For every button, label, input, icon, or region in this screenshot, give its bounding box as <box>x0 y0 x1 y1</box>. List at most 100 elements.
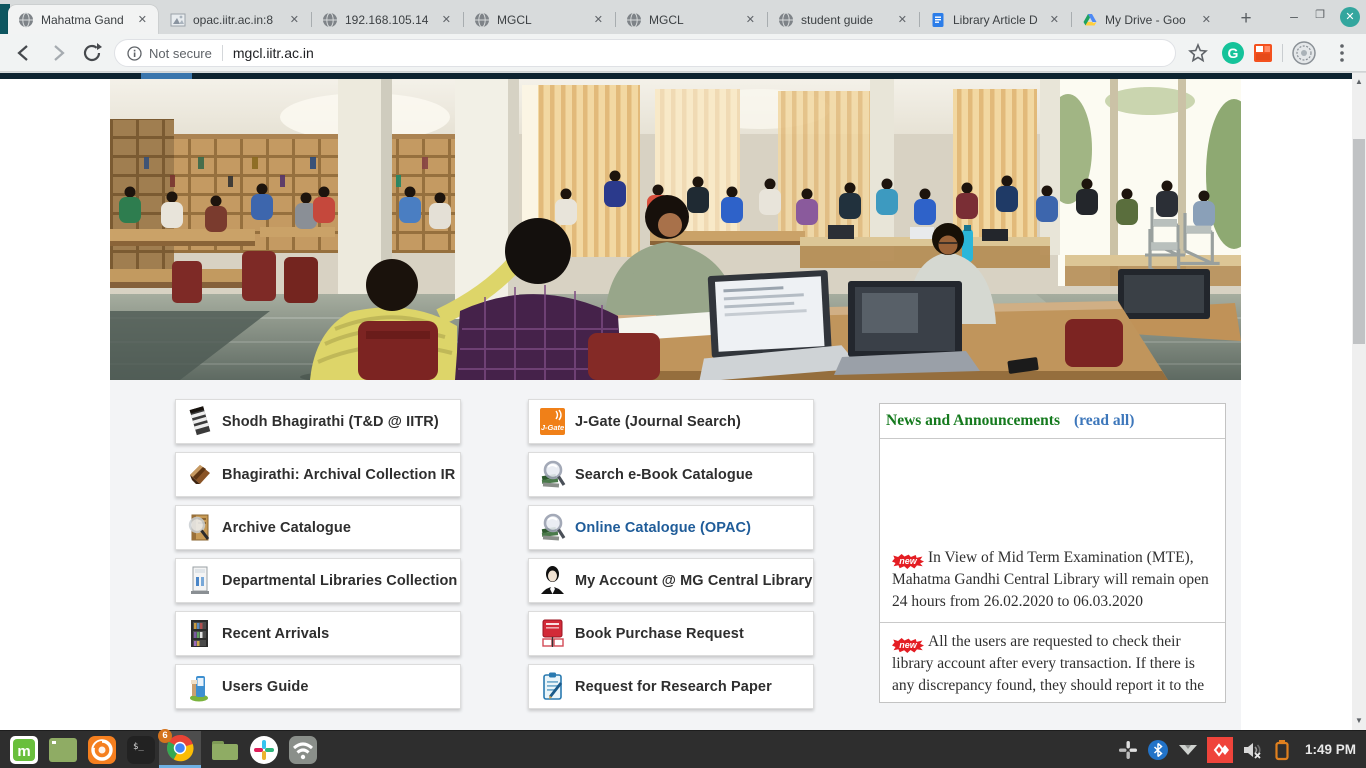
tab-mgcl-2[interactable]: MGCL ✕ <box>616 5 766 34</box>
quick-link-recent-arrivals[interactable]: Recent Arrivals <box>175 611 461 656</box>
quick-link-opac[interactable]: Online Catalogue (OPAC) <box>528 505 814 550</box>
page-scrollbar[interactable]: ▲ ▼ <box>1352 73 1366 730</box>
search-books-icon <box>539 459 566 490</box>
tab-my-drive[interactable]: My Drive - Goo ✕ <box>1072 5 1222 34</box>
info-icon[interactable] <box>127 46 142 61</box>
firefox-icon[interactable] <box>87 735 117 765</box>
globe-icon <box>322 12 338 28</box>
new-tab-button[interactable]: + <box>1232 6 1260 32</box>
quick-link-archive-catalogue[interactable]: Archive Catalogue <box>175 505 461 550</box>
news-item: newIn View of Mid Term Examination (MTE)… <box>880 439 1225 622</box>
news-panel: News and Announcements (read all) newIn … <box>879 403 1226 703</box>
tab-mahatma-gandhi[interactable]: Mahatma Gand ✕ <box>8 5 158 34</box>
tab-close-icon[interactable]: ✕ <box>1199 12 1214 27</box>
red-book-icon <box>539 618 566 649</box>
svg-text:J-Gate: J-Gate <box>541 423 564 432</box>
minimize-button[interactable]: – <box>1284 8 1304 24</box>
quick-link-book-purchase[interactable]: Book Purchase Request <box>528 611 814 656</box>
tab-title: student guide <box>801 13 889 27</box>
image-icon <box>170 12 186 28</box>
globe-icon <box>18 12 34 28</box>
wifi-tray-icon[interactable] <box>1177 739 1199 761</box>
network-launcher-icon[interactable] <box>288 735 318 765</box>
volume-muted-icon[interactable] <box>1241 739 1263 761</box>
tab-close-icon[interactable]: ✕ <box>1047 12 1062 27</box>
taskbar-clock: 1:49 PM <box>1305 742 1356 757</box>
forward-button[interactable] <box>46 41 70 65</box>
tab-title: opac.iitr.ac.in:8 <box>193 13 281 27</box>
quick-link-label: Users Guide <box>222 679 309 695</box>
quick-link-label: Search e-Book Catalogue <box>575 467 753 483</box>
tab-close-icon[interactable]: ✕ <box>743 12 758 27</box>
reload-button[interactable] <box>80 41 104 65</box>
slack-icon[interactable] <box>249 735 279 765</box>
tab-title: 192.168.105.14 <box>345 13 433 27</box>
url-text: mgcl.iitr.ac.in <box>233 45 314 61</box>
quick-link-label: Archive Catalogue <box>222 520 351 536</box>
library-banner-photo <box>110 79 1241 380</box>
quick-link-departmental-libraries[interactable]: Departmental Libraries Collection <box>175 558 461 603</box>
news-item: newAll the users are requested to check … <box>880 622 1225 702</box>
back-button[interactable] <box>12 41 36 65</box>
thesis-stack-icon <box>186 406 213 437</box>
tab-close-icon[interactable]: ✕ <box>591 12 606 27</box>
search-books-icon <box>539 512 566 543</box>
omnibox-separator <box>222 45 223 61</box>
quick-link-label: Shodh Bhagirathi (T&D @ IITR) <box>222 414 439 430</box>
scroll-down-icon[interactable]: ▼ <box>1352 714 1366 728</box>
tab-ip-address[interactable]: 192.168.105.14 ✕ <box>312 5 462 34</box>
quick-link-shodh-bhagirathi[interactable]: Shodh Bhagirathi (T&D @ IITR) <box>175 399 461 444</box>
person-icon <box>539 565 566 596</box>
taskbar: m $_ 6 1:49 PM <box>0 730 1366 768</box>
address-bar[interactable]: Not secure mgcl.iitr.ac.in <box>114 39 1176 67</box>
file-manager-icon[interactable] <box>210 735 240 765</box>
tab-close-icon[interactable]: ✕ <box>135 12 150 27</box>
table-extension-icon[interactable] <box>1252 42 1274 64</box>
chrome-taskbar-item[interactable]: 6 <box>159 731 201 768</box>
tab-student-guide[interactable]: student guide ✕ <box>768 5 918 34</box>
bookmark-star-icon[interactable] <box>1186 41 1210 65</box>
bluetooth-icon[interactable] <box>1147 739 1169 761</box>
tab-close-icon[interactable]: ✕ <box>287 12 302 27</box>
news-title: News and Announcements <box>886 412 1060 430</box>
mint-menu-icon[interactable]: m <box>9 735 39 765</box>
anydesk-icon[interactable] <box>1207 737 1233 763</box>
scroll-up-icon[interactable]: ▲ <box>1352 75 1366 89</box>
quick-link-users-guide[interactable]: Users Guide <box>175 664 461 709</box>
terminal-icon[interactable]: $_ <box>126 735 156 765</box>
clipboard-pen-icon <box>539 671 566 702</box>
maximize-button[interactable]: ❐ <box>1310 8 1330 21</box>
globe-icon <box>626 12 642 28</box>
quick-link-research-paper[interactable]: Request for Research Paper <box>528 664 814 709</box>
quick-link-label: Bhagirathi: Archival Collection IR <box>222 467 455 483</box>
tab-title: Library Article D <box>953 13 1041 27</box>
toolbar-separator <box>1282 44 1283 62</box>
tab-mgcl-1[interactable]: MGCL ✕ <box>464 5 614 34</box>
scrollbar-thumb[interactable] <box>1353 139 1365 344</box>
tab-library-article[interactable]: Library Article D ✕ <box>920 5 1070 34</box>
chrome-menu-icon[interactable] <box>1330 41 1354 65</box>
security-label: Not secure <box>149 46 212 61</box>
page-viewport: Shodh Bhagirathi (T&D @ IITR) Bhagirathi… <box>0 73 1366 730</box>
news-header: News and Announcements (read all) <box>880 404 1225 439</box>
battery-icon[interactable] <box>1271 739 1293 761</box>
profile-avatar-iitr-logo[interactable] <box>1292 41 1316 65</box>
close-window-button[interactable]: ✕ <box>1340 7 1360 27</box>
browser-toolbar: Not secure mgcl.iitr.ac.in G <box>0 34 1366 72</box>
book-magnifier-icon <box>186 512 213 543</box>
tab-close-icon[interactable]: ✕ <box>895 12 910 27</box>
read-all-link[interactable]: (read all) <box>1074 412 1134 430</box>
bookshelf-icon <box>186 618 213 649</box>
quick-link-bhagirathi-archival[interactable]: Bhagirathi: Archival Collection IR <box>175 452 461 497</box>
slack-tray-icon[interactable] <box>1117 739 1139 761</box>
svg-text:m: m <box>17 743 30 760</box>
jgate-icon: J-Gate <box>539 406 566 437</box>
quick-link-my-account[interactable]: My Account @ MG Central Library <box>528 558 814 603</box>
grammarly-extension-icon[interactable]: G <box>1222 42 1244 64</box>
quick-link-search-ebook[interactable]: Search e-Book Catalogue <box>528 452 814 497</box>
quick-link-jgate[interactable]: J-Gate J-Gate (Journal Search) <box>528 399 814 444</box>
quick-link-label: J-Gate (Journal Search) <box>575 414 741 430</box>
tab-opac[interactable]: opac.iitr.ac.in:8 ✕ <box>160 5 310 34</box>
show-desktop-icon[interactable] <box>48 735 78 765</box>
tab-close-icon[interactable]: ✕ <box>439 12 454 27</box>
